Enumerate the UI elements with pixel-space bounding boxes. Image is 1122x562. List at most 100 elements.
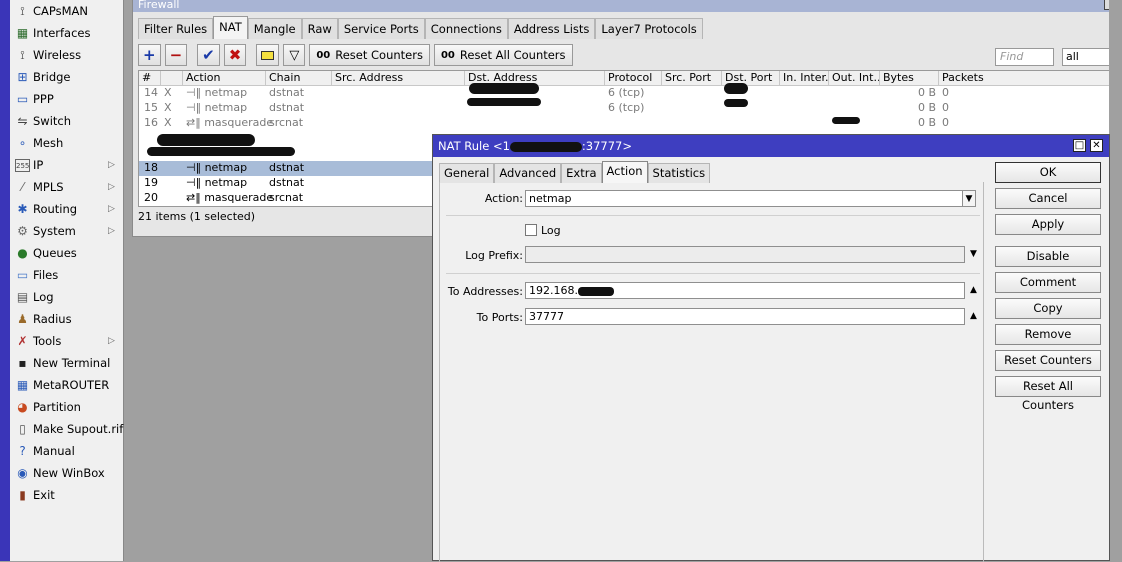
enable-button[interactable]: ✔ [197,44,220,66]
ppp-icon: ▭ [16,91,29,106]
tab-nat[interactable]: NAT [213,16,248,39]
column-header[interactable]: Bytes [880,71,939,86]
column-header[interactable] [161,71,183,86]
sidebar-item-ppp[interactable]: ▭ PPP [10,88,124,110]
ok-button[interactable]: OK [995,162,1101,183]
rule-number: 18 [144,161,158,174]
sidebar-item-queues[interactable]: ● Queues [10,242,124,264]
column-header[interactable]: Src. Address [332,71,465,86]
sidebar-item-label: MetaROUTER [33,378,110,392]
tab-action[interactable]: Action [601,161,648,183]
sidebar-item-ip[interactable]: 255 IP ▷ [10,154,124,176]
copy-button[interactable]: Copy [995,298,1101,319]
tools-icon: ✗ [17,333,28,348]
collapse-up-icon[interactable]: ▲ [966,282,981,299]
table-row[interactable]: 15 X ⊣‖ netmap dstnat 6 (tcp) 0 B 0 [139,101,1122,116]
sidebar-item-label: Interfaces [33,26,91,40]
tab-mangle[interactable]: Mangle [247,18,302,39]
cancel-button[interactable]: Cancel [995,188,1101,209]
sidebar-item-new-terminal[interactable]: ▪ New Terminal [10,352,124,374]
firewall-tabs: Filter Rules NAT Mangle Raw Service Ports Con… [138,16,703,39]
apply-button[interactable]: Apply [995,214,1101,235]
sidebar-item-capsman[interactable]: ⟟ CAPsMAN [10,0,124,22]
disable-button[interactable]: Disable [995,246,1101,267]
reset-counters-button[interactable]: Reset Counters [995,350,1101,371]
column-header[interactable]: In. Inter... [780,71,829,86]
sidebar-item-files[interactable]: ▭ Files [10,264,124,286]
sidebar-item-partition[interactable]: ◕ Partition [10,396,124,418]
rule-flag: X [164,86,172,99]
rule-number: 19 [144,176,158,189]
tab-service-ports[interactable]: Service Ports [337,18,425,39]
tab-raw[interactable]: Raw [301,18,338,39]
to-ports-field[interactable]: 37777 [525,308,965,325]
ip-icon: 255 [15,158,30,172]
collapse-up-icon[interactable]: ▲ [966,308,981,325]
sidebar-item-make-supout-rif[interactable]: ▯ Make Supout.rif [10,418,124,440]
sidebar-item-manual[interactable]: ? Manual [10,440,124,462]
column-header[interactable]: Chain [266,71,332,86]
sidebar-item-bridge[interactable]: ⊞ Bridge [10,66,124,88]
collapse-down-icon[interactable]: ▼ [966,246,981,263]
sidebar-item-tools[interactable]: ✗ Tools ▷ [10,330,124,352]
log-prefix-field[interactable] [525,246,965,263]
tab-statistics[interactable]: Statistics [647,163,711,183]
column-header[interactable]: # [139,71,161,86]
comment-button[interactable]: Comment [995,272,1101,293]
rule-flag [161,191,183,206]
sidebar-item-mpls[interactable]: ⁄ MPLS ▷ [10,176,124,198]
column-header[interactable]: Action [183,71,266,86]
sidebar-item-exit[interactable]: ▮ Exit [10,484,124,506]
tab-filter-rules[interactable]: Filter Rules [138,18,214,39]
action-select[interactable]: netmap [525,190,963,207]
remove-button[interactable]: − [164,44,188,66]
submenu-arrow-icon: ▷ [108,336,115,346]
dialog-title: NAT Rule <1:37777> [433,135,1109,157]
reset-all-counters-button[interactable]: Reset All Counters [995,376,1101,412]
add-button[interactable]: + [138,44,161,66]
rule-action: ⇄‖ masquerade [186,116,274,129]
comment-button[interactable] [256,44,280,66]
table-row[interactable]: 16 X ⇄‖ masquerade srcnat 0 B 0 [139,116,1122,131]
reset-all-counters-button[interactable]: 00 Reset All Counters [433,44,573,66]
rule-bytes: 0 B [917,116,936,129]
sidebar-item-metarouter[interactable]: ▦ MetaROUTER [10,374,124,396]
sidebar-item-radius[interactable]: ♟ Radius [10,308,124,330]
tab-address-lists[interactable]: Address Lists [507,18,596,39]
tab-general[interactable]: General [439,163,495,183]
sidebar-item-label: New Terminal [33,356,111,370]
column-header[interactable]: Protocol [605,71,662,86]
sidebar-item-new-winbox[interactable]: ◉ New WinBox [10,462,124,484]
queues-icon: ● [17,245,28,260]
sidebar-item-routing[interactable]: ✱ Routing ▷ [10,198,124,220]
log-checkbox[interactable] [525,224,537,236]
column-header[interactable]: Out. Int... [829,71,880,86]
remove-button[interactable]: Remove [995,324,1101,345]
sidebar-item-system[interactable]: ⚙ System ▷ [10,220,124,242]
sidebar-item-switch[interactable]: ⇋ Switch [10,110,124,132]
tab-advanced[interactable]: Advanced [494,163,562,183]
close-icon[interactable]: ✕ [1090,139,1103,152]
dropdown-icon[interactable]: ▼ [962,190,976,207]
column-header[interactable]: Packets [939,71,1122,86]
dialog-title-prefix: NAT Rule <1 [438,139,510,153]
submenu-arrow-icon: ▷ [108,160,115,170]
find-input[interactable]: Find [995,48,1054,66]
to-addresses-field[interactable]: 192.168. [525,282,965,299]
filter-button[interactable]: ▽ [283,44,306,66]
sidebar-item-wireless[interactable]: ⟟ Wireless [10,44,124,66]
disable-button[interactable]: ✖ [223,44,247,66]
reset-counters-button[interactable]: 00 Reset Counters [309,44,430,66]
tab-layer7-protocols[interactable]: Layer7 Protocols [595,18,703,39]
column-header[interactable]: Src. Port [662,71,722,86]
filter-select[interactable]: all [1062,48,1112,66]
sidebar-item-mesh[interactable]: ∘ Mesh [10,132,124,154]
table-row[interactable]: 14 X ⊣‖ netmap dstnat 6 (tcp) 0 B 0 [139,86,1122,101]
sidebar-item-interfaces[interactable]: ▦ Interfaces [10,22,124,44]
tab-connections[interactable]: Connections [424,18,508,39]
redaction [724,99,748,107]
rule-number: 15 [144,101,158,114]
sidebar-item-log[interactable]: ▤ Log [10,286,124,308]
maximize-icon[interactable]: □ [1073,139,1086,152]
tab-extra[interactable]: Extra [561,163,602,183]
